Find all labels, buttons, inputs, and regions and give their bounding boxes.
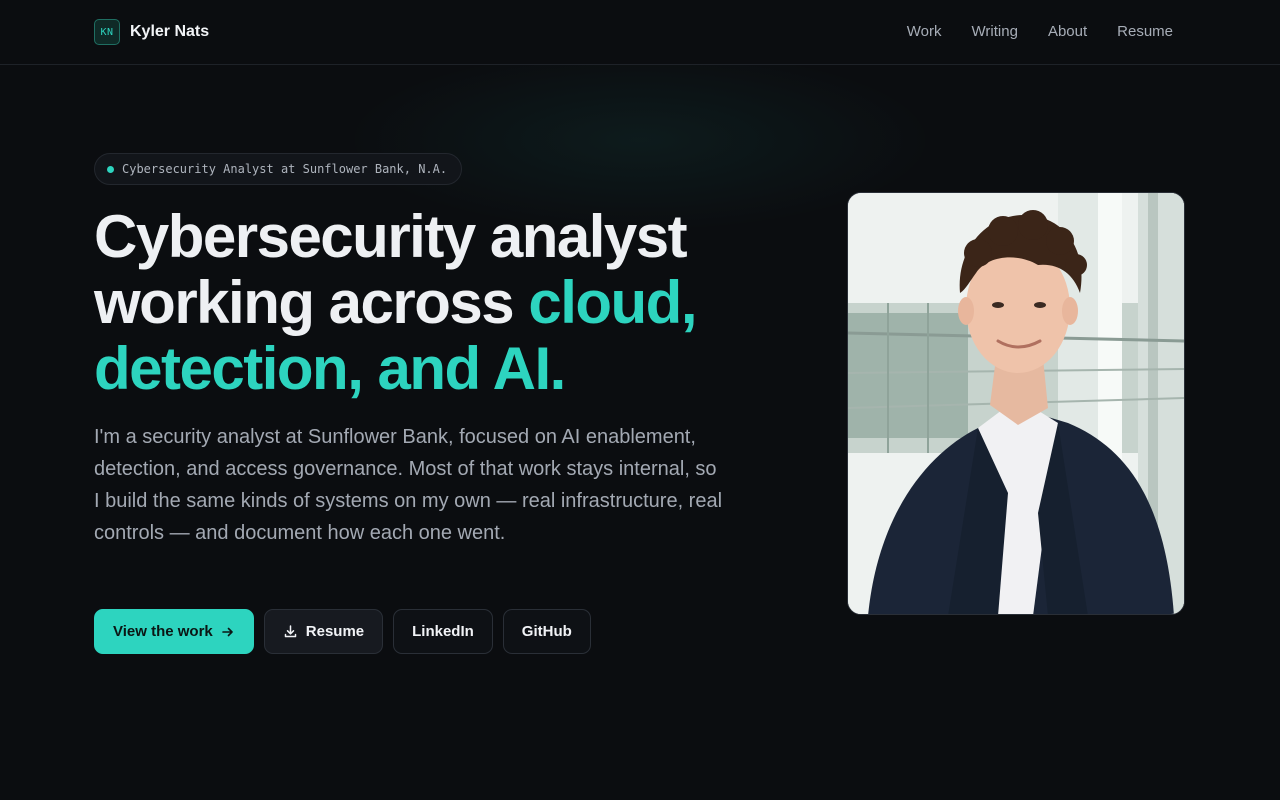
nav-links: Work Writing About Resume	[907, 23, 1173, 40]
download-icon	[283, 624, 298, 639]
role-badge-text: Cybersecurity Analyst at Sunflower Bank,…	[122, 162, 448, 176]
resume-button[interactable]: Resume	[263, 609, 384, 654]
status-dot-icon	[107, 165, 114, 173]
view-work-button[interactable]: View the work	[94, 609, 254, 654]
linkedin-label: LinkedIn	[412, 623, 474, 640]
hero-lead: I'm a security analyst at Sunflower Bank…	[94, 426, 723, 544]
profile-photo	[847, 192, 1185, 615]
resume-label: Resume	[305, 623, 365, 640]
brand[interactable]: KN Kyler Nats	[94, 19, 209, 45]
arrow-right-icon	[221, 625, 235, 639]
portrait-illustration	[848, 193, 1184, 614]
linkedin-button[interactable]: LinkedIn	[393, 609, 493, 654]
brand-name: Kyler Nats	[130, 23, 210, 40]
view-work-label: View the work	[113, 623, 213, 640]
nav-link-work[interactable]: Work	[907, 23, 942, 40]
top-navigation: KN Kyler Nats Work Writing About Resume	[0, 0, 1280, 65]
github-label: GitHub	[521, 623, 572, 640]
nav-link-about[interactable]: About	[1048, 23, 1087, 40]
hero-headline: Cybersecurity analyst working across clo…	[94, 204, 734, 402]
role-badge: Cybersecurity Analyst at Sunflower Bank,…	[94, 153, 463, 185]
hero-actions: View the work Resume LinkedIn GitHub	[94, 609, 591, 654]
github-button[interactable]: GitHub	[502, 609, 591, 654]
nav-link-resume[interactable]: Resume	[1117, 23, 1173, 40]
logo-mark: KN	[94, 19, 120, 45]
nav-link-writing[interactable]: Writing	[972, 23, 1018, 40]
